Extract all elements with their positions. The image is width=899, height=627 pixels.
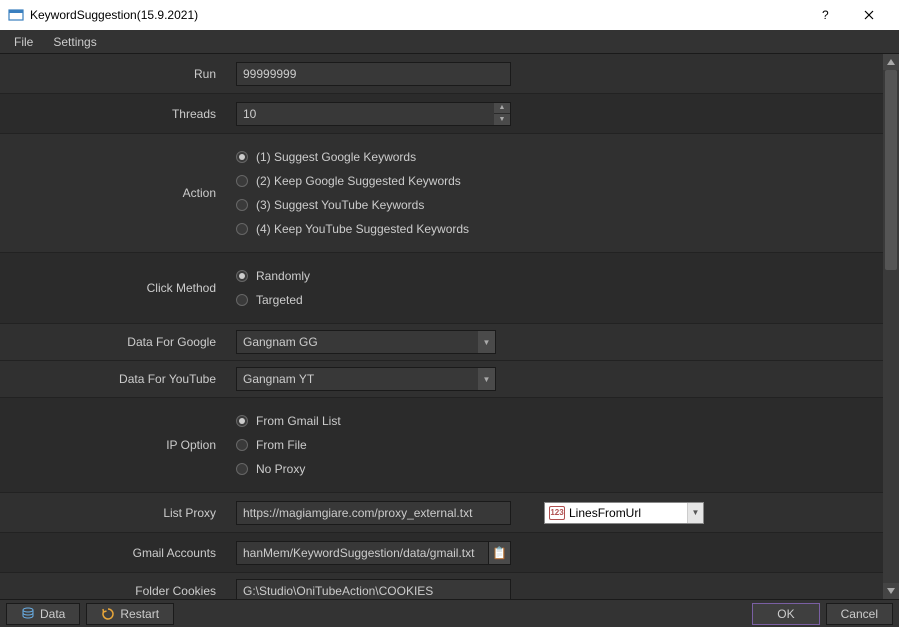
app-icon [8,7,24,23]
gmail-accounts-input[interactable] [236,541,489,565]
label-threads: Threads [0,94,230,133]
help-button[interactable]: ? [803,0,847,30]
data-button[interactable]: Data [6,603,80,625]
menubar: File Settings [0,30,899,54]
click-method-option-label: Targeted [256,293,303,307]
menu-file[interactable]: File [4,31,43,53]
click-method-option-label: Randomly [256,269,310,283]
row-list-proxy: List Proxy 123 LinesFromUrl ▼ [0,493,883,533]
data-youtube-select[interactable] [236,367,496,391]
row-gmail-accounts: Gmail Accounts 📋 [0,533,883,573]
radio-icon [236,463,248,475]
click-method-option-randomly[interactable]: Randomly [236,269,310,283]
list-proxy-input[interactable] [236,501,511,525]
close-button[interactable] [847,0,891,30]
restart-button[interactable]: Restart [86,603,174,625]
radio-icon [236,199,248,211]
list-proxy-source-label: LinesFromUrl [569,506,641,520]
action-option-2[interactable]: (2) Keep Google Suggested Keywords [236,174,469,188]
data-google-select[interactable] [236,330,496,354]
row-folder-cookies: Folder Cookies [0,573,883,599]
cancel-button[interactable]: Cancel [826,603,893,625]
chevron-down-icon[interactable]: ▼ [478,367,496,391]
row-action: Action (1) Suggest Google Keywords (2) K… [0,134,883,253]
menu-settings[interactable]: Settings [43,31,106,53]
restart-button-label: Restart [120,607,159,621]
ip-option-radio-group: From Gmail List From File No Proxy [236,404,341,486]
row-threads: Threads ▲ ▼ [0,94,883,134]
radio-icon [236,175,248,187]
label-folder-cookies: Folder Cookies [0,573,230,599]
threads-input[interactable] [236,102,511,126]
radio-icon [236,294,248,306]
threads-spin-up[interactable]: ▲ [494,103,510,115]
radio-icon [236,415,248,427]
chevron-down-icon[interactable]: ▼ [687,503,703,523]
restart-icon [101,607,115,621]
label-action: Action [0,134,230,252]
label-click-method: Click Method [0,253,230,323]
label-data-google: Data For Google [0,324,230,360]
row-run: Run [0,54,883,94]
ok-button[interactable]: OK [752,603,819,625]
row-data-youtube: Data For YouTube ▼ [0,361,883,398]
window-title: KeywordSuggestion(15.9.2021) [30,8,803,22]
row-ip-option: IP Option From Gmail List From File No P… [0,398,883,493]
titlebar: KeywordSuggestion(15.9.2021) ? [0,0,899,30]
form-scroll: Run Threads ▲ ▼ Action [0,54,883,599]
chevron-down-icon[interactable]: ▼ [478,330,496,354]
clipboard-icon: 📋 [492,546,507,560]
run-input[interactable] [236,62,511,86]
folder-cookies-input[interactable] [236,579,511,599]
row-data-google: Data For Google ▼ [0,324,883,361]
row-click-method: Click Method Randomly Targeted [0,253,883,324]
action-option-1[interactable]: (1) Suggest Google Keywords [236,150,469,164]
label-run: Run [0,54,230,93]
label-data-youtube: Data For YouTube [0,361,230,397]
ip-option-label: From Gmail List [256,414,341,428]
lines-icon: 123 [549,506,565,520]
action-option-label: (1) Suggest Google Keywords [256,150,416,164]
action-option-label: (3) Suggest YouTube Keywords [256,198,424,212]
radio-icon [236,270,248,282]
scrollbar[interactable] [883,54,899,599]
click-method-radio-group: Randomly Targeted [236,259,310,317]
label-gmail-accounts: Gmail Accounts [0,533,230,572]
radio-icon [236,439,248,451]
action-option-label: (2) Keep Google Suggested Keywords [256,174,461,188]
action-option-3[interactable]: (3) Suggest YouTube Keywords [236,198,469,212]
svg-text:?: ? [822,8,829,22]
action-radio-group: (1) Suggest Google Keywords (2) Keep Goo… [236,140,469,246]
ip-option-noproxy[interactable]: No Proxy [236,462,341,476]
scroll-down-icon[interactable] [883,583,899,599]
radio-icon [236,151,248,163]
label-list-proxy: List Proxy [0,493,230,532]
main-area: Run Threads ▲ ▼ Action [0,54,899,599]
browse-file-button[interactable]: 📋 [489,541,511,565]
action-option-4[interactable]: (4) Keep YouTube Suggested Keywords [236,222,469,236]
scrollbar-thumb[interactable] [885,70,897,270]
ok-button-label: OK [777,607,794,621]
data-button-label: Data [40,607,65,621]
ip-option-label: No Proxy [256,462,305,476]
bottombar: Data Restart OK Cancel [0,599,899,627]
list-proxy-source-combo[interactable]: 123 LinesFromUrl ▼ [544,502,704,524]
cancel-button-label: Cancel [841,607,878,621]
threads-spin-down[interactable]: ▼ [494,114,510,125]
click-method-option-targeted[interactable]: Targeted [236,293,310,307]
ip-option-label: From File [256,438,307,452]
ip-option-gmail[interactable]: From Gmail List [236,414,341,428]
label-ip-option: IP Option [0,398,230,492]
radio-icon [236,223,248,235]
scroll-up-icon[interactable] [883,54,899,70]
action-option-label: (4) Keep YouTube Suggested Keywords [256,222,469,236]
database-icon [21,607,35,621]
ip-option-file[interactable]: From File [236,438,341,452]
